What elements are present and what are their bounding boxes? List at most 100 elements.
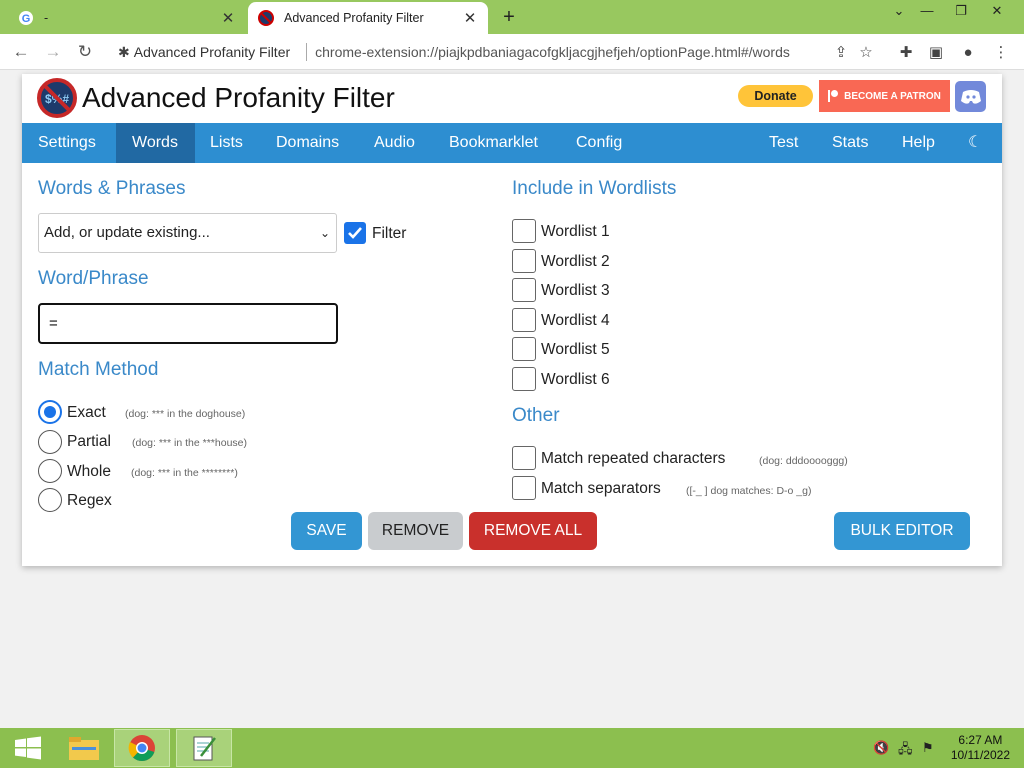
chrome-icon[interactable] [114,729,170,767]
radio-whole-label: Whole [67,463,111,480]
become-a-patron-button[interactable]: BECOME A PATRON [819,80,950,112]
clock-date: 10/11/2022 [950,748,1010,762]
match-repeated-checkbox[interactable] [512,446,536,470]
patreon-icon [828,90,839,102]
wordlist-6-checkbox[interactable] [512,367,536,391]
wordlist-1-checkbox[interactable] [512,219,536,243]
bookmark-star-icon[interactable]: ☆ [855,42,877,64]
radio-exact[interactable] [38,400,62,424]
radio-regex[interactable] [38,488,62,512]
radio-exact-label: Exact [67,404,106,421]
restore-button[interactable]: ❐ [948,3,974,19]
patron-label: BECOME A PATRON [844,90,941,102]
radio-whole-hint: (dog: *** in the ********) [131,467,238,479]
chevron-down-icon: ⌄ [319,226,330,240]
menu-kebab-icon[interactable]: ⋮ [990,42,1012,64]
match-separators-label: Match separators [541,480,661,497]
side-panel-icon[interactable]: ▣ [925,42,947,64]
extensions-puzzle-icon[interactable]: ✚ [895,42,917,64]
nav-bookmarklet[interactable]: Bookmarklet [433,123,554,163]
wordlist-3-label: Wordlist 3 [541,282,610,299]
notepad-icon[interactable] [176,729,232,767]
wordlist-1-label: Wordlist 1 [541,223,610,240]
app-header: $%# Advanced Profanity Filter Donate BEC… [22,74,1002,123]
system-clock[interactable]: 6:27 AM 10/11/2022 [951,733,1010,763]
include-wordlists-title: Include in Wordlists [512,178,677,199]
wordlist-5-checkbox[interactable] [512,337,536,361]
nav-lists[interactable]: Lists [194,123,259,163]
close-icon[interactable]: ✕ [220,9,236,27]
tab-google[interactable]: G - ✕ [8,2,246,34]
save-button[interactable]: SAVE [291,512,362,550]
radio-regex-label: Regex [67,492,112,509]
nav-audio[interactable]: Audio [358,123,431,163]
word-select-dropdown[interactable]: Add, or update existing... ⌄ [38,213,337,253]
wordlist-5-label: Wordlist 5 [541,341,610,358]
word-phrase-input[interactable]: = [38,303,338,344]
nav-settings[interactable]: Settings [22,123,112,163]
nav-help[interactable]: Help [886,123,951,163]
tab-label: Advanced Profanity Filter [284,11,424,25]
wordlist-6-label: Wordlist 6 [541,371,610,388]
back-icon[interactable]: ← [10,41,32,63]
wordlist-3-checkbox[interactable] [512,278,536,302]
tab-strip: G - ✕ Advanced Profanity Filter ✕ + ⌄ — … [0,0,1024,34]
nav-words[interactable]: Words [116,123,195,163]
word-phrase-title: Word/Phrase [38,268,149,289]
radio-exact-hint: (dog: *** in the doghouse) [125,408,246,420]
action-center-flag-icon[interactable]: ⚑ [922,740,934,756]
reload-icon[interactable]: ↻ [74,41,96,63]
divider [306,43,308,61]
wordlist-2-checkbox[interactable] [512,249,536,273]
minimize-button[interactable]: — [914,3,940,18]
window-close-button[interactable]: ✕ [984,3,1010,19]
nav-stats[interactable]: Stats [816,123,884,163]
options-page: $%# Advanced Profanity Filter Donate BEC… [22,74,1002,566]
nav-config[interactable]: Config [560,123,638,163]
dark-mode-moon-icon[interactable]: ☾ [952,123,998,163]
discord-icon[interactable] [955,81,986,112]
close-icon[interactable]: ✕ [462,9,478,27]
match-method-title: Match Method [38,359,159,380]
match-repeated-label: Match repeated characters [541,450,726,467]
bulk-editor-button[interactable]: BULK EDITOR [834,512,970,550]
match-repeated-hint: (dog: dddooooggg) [759,455,848,467]
wordlist-4-checkbox[interactable] [512,308,536,332]
radio-partial-label: Partial [67,433,111,450]
file-explorer-icon[interactable] [56,729,112,767]
filter-checkbox[interactable] [344,222,366,244]
profile-avatar-icon[interactable]: ● [957,42,979,64]
clock-time: 6:27 AM [958,733,1003,747]
share-icon[interactable]: ⇪ [830,42,852,64]
nav-domains[interactable]: Domains [260,123,355,163]
apf-logo-icon: $%# [37,78,77,118]
tab-advanced-profanity-filter[interactable]: Advanced Profanity Filter ✕ [248,2,488,34]
forward-icon[interactable]: → [42,41,64,63]
address-bar[interactable]: ✱ Advanced Profanity Filter chrome-exten… [108,38,888,66]
match-separators-checkbox[interactable] [512,476,536,500]
network-icon[interactable]: 🖧 [898,740,913,762]
radio-partial-hint: (dog: *** in the ***house) [132,437,247,449]
donate-button[interactable]: Donate [738,85,813,107]
checkmark-icon [348,227,362,239]
google-icon: G [18,10,34,26]
svg-text:G: G [22,13,31,25]
radio-whole[interactable] [38,459,62,483]
url-text: chrome-extension://piajkpdbaniagacofgklj… [315,44,790,60]
select-value: Add, or update existing... [44,224,210,241]
nav-test[interactable]: Test [753,123,814,163]
tab-label: - [44,11,49,25]
remove-all-button[interactable]: REMOVE ALL [469,512,597,550]
app-title: Advanced Profanity Filter [82,82,395,113]
other-title: Other [512,405,560,426]
filter-label: Filter [372,225,407,242]
start-windows-icon[interactable] [0,729,56,767]
remove-button[interactable]: REMOVE [368,512,463,550]
apf-icon [258,10,274,26]
volume-muted-icon[interactable]: 🔇 [873,740,889,756]
wordlist-4-label: Wordlist 4 [541,312,610,329]
new-tab-button[interactable]: + [498,6,520,29]
radio-partial[interactable] [38,430,62,454]
match-separators-hint: ([-_ ] dog matches: D-o _g) [686,485,812,497]
chevron-down-icon[interactable]: ⌄ [886,3,912,19]
